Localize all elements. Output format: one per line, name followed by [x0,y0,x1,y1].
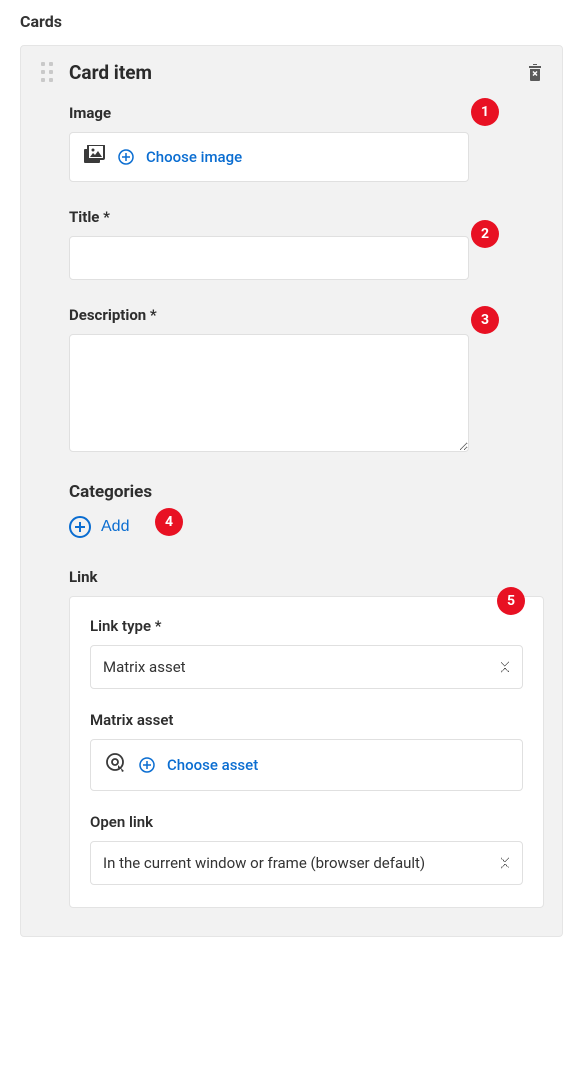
delete-card-button[interactable] [526,61,544,83]
plus-circle-icon [118,149,134,165]
annotation-badge-5: 5 [497,587,525,615]
trash-icon [527,62,543,82]
link-type-label: Link type * [90,617,523,635]
drag-handle-icon[interactable] [39,60,55,84]
matrix-asset-group: Matrix asset Choose asset [90,711,523,791]
link-label: Link [69,568,544,586]
choose-asset-button[interactable]: Choose asset [90,739,523,791]
description-field-group: Description * 3 [69,306,469,456]
plus-circle-icon [139,757,155,773]
asset-picker-icon [105,752,127,778]
link-type-group: Link type * Matrix asset [90,617,523,689]
title-label: Title * [69,208,469,226]
image-icon [84,145,106,169]
open-link-label: Open link [90,813,523,831]
link-field-group: Link 5 Link type * Matrix asset Matrix a… [69,568,544,908]
title-input[interactable] [69,236,469,280]
title-field-group: Title * 2 [69,208,469,280]
annotation-badge-2: 2 [471,220,499,248]
add-label: Add [101,518,129,536]
card-item-title: Card item [69,61,512,84]
categories-field-group: Categories Add 4 [69,482,544,542]
link-type-select[interactable]: Matrix asset [90,645,523,689]
description-textarea[interactable] [69,334,469,452]
choose-image-button[interactable]: Choose image [69,132,469,182]
annotation-badge-4: 4 [155,508,183,536]
image-label: Image [69,104,469,122]
annotation-badge-3: 3 [471,306,499,334]
image-field-group: Image Choose image 1 [69,104,469,182]
choose-asset-label: Choose asset [167,756,258,774]
choose-image-label: Choose image [146,148,242,166]
plus-circle-icon [69,516,91,538]
description-label: Description * [69,306,469,324]
matrix-asset-label: Matrix asset [90,711,523,729]
annotation-badge-1: 1 [471,98,499,126]
open-link-group: Open link In the current window or frame… [90,813,523,885]
section-title: Cards [20,12,563,31]
open-link-select[interactable]: In the current window or frame (browser … [90,841,523,885]
card-item-panel: Card item Image Choose image 1 Title * 2… [20,45,563,937]
categories-label: Categories [69,482,544,502]
add-category-button[interactable]: Add [69,512,129,542]
link-panel: 5 Link type * Matrix asset Matrix asset … [69,596,544,908]
card-header: Card item [39,60,544,84]
